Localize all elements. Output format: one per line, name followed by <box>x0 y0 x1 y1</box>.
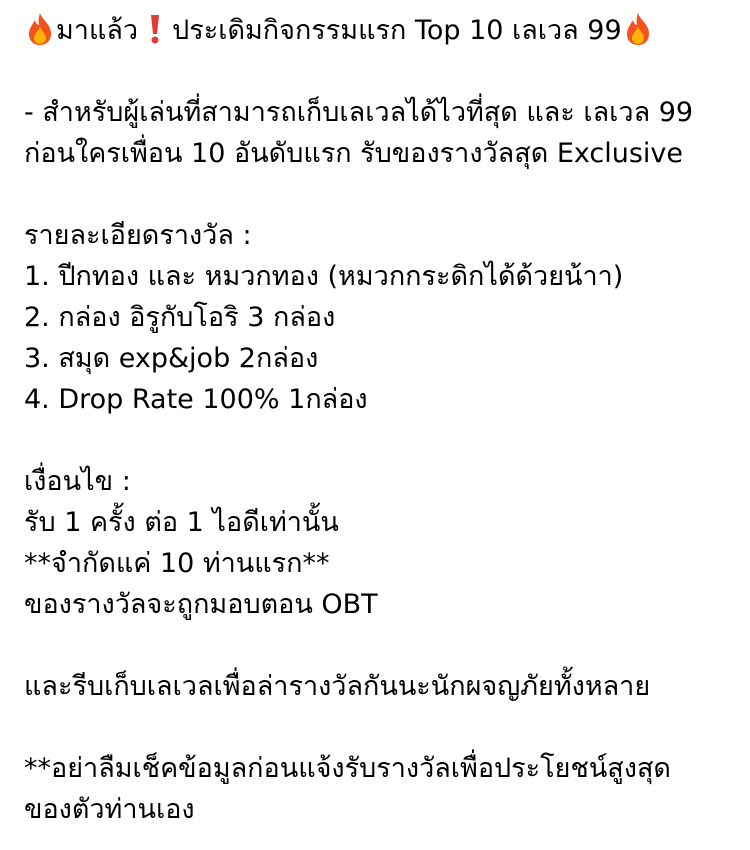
call-to-action: และรีบเก็บเลเวลเพื่อล่ารางวัลกันนะนักผจญ… <box>24 671 651 702</box>
intro-line: - สำหรับผู้เล่นที่สามารถเก็บเลเวลได้ไวที… <box>24 97 694 128</box>
fire-icon <box>24 12 56 46</box>
reward-item: 4. Drop Rate 100% 1กล่อง <box>24 384 368 415</box>
reward-item: 3. สมุด exp&job 2กล่อง <box>24 343 319 374</box>
reminder-line: ของตัวท่านเอง <box>24 794 195 825</box>
rewards-heading: รายละเอียดรางวัล : <box>24 220 252 251</box>
condition-item: รับ 1 ครั้ง ต่อ 1 ไอดีเท่านั้น <box>24 507 339 538</box>
post-headline: มาแล้ว ประเดิมกิจกรรมแรก Top 10 เลเวล 99 <box>24 10 734 51</box>
red-exclamation-icon <box>144 12 166 46</box>
condition-item: **จำกัดแค่ 10 ท่านแรก** <box>24 548 330 579</box>
headline-part-2: ประเดิมกิจกรรมแรก Top 10 เลเวล 99 <box>172 15 622 46</box>
reminder-line: **อย่าลืมเช็คข้อมูลก่อนแจ้งรับรางวัลเพื่… <box>24 753 671 784</box>
reward-item: 2. กล่อง อิรูกับโอริ 3 กล่อง <box>24 302 336 333</box>
fire-icon <box>622 12 654 46</box>
condition-item: ของรางวัลจะถูกมอบตอน OBT <box>24 589 378 620</box>
announcement-post: มาแล้ว ประเดิมกิจกรรมแรก Top 10 เลเวล 99… <box>24 10 734 830</box>
headline-part-1: มาแล้ว <box>56 15 139 46</box>
intro-line: ก่อนใครเพื่อน 10 อันดับแรก รับของรางวัลส… <box>24 138 683 169</box>
reward-item: 1. ปีกทอง และ หมวกทอง (หมวกกระดิกได้ด้วย… <box>24 261 624 292</box>
conditions-heading: เงื่อนไข : <box>24 466 131 497</box>
